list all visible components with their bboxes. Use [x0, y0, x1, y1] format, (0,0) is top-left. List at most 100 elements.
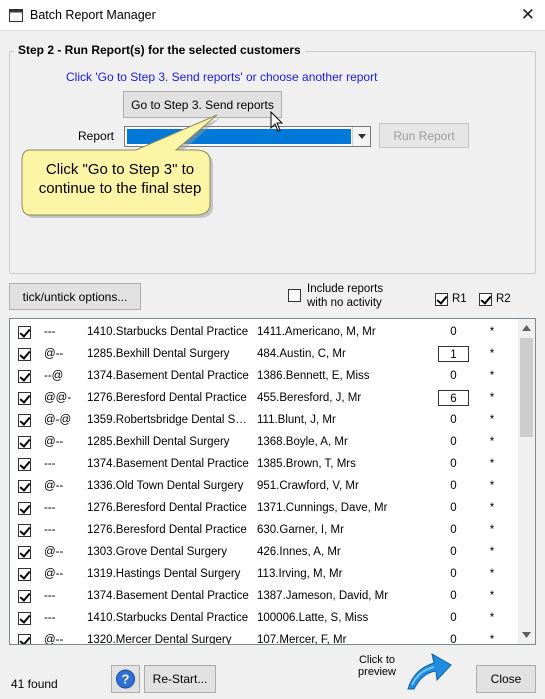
table-row[interactable]: --- 1276.Beresford Dental Practice 630.Gar…	[10, 519, 520, 541]
table-row[interactable]: --- 1374.Basement Dental Practice 1385.Bro…	[10, 453, 520, 475]
row-flag: @--	[44, 634, 64, 645]
row-checkbox[interactable]	[18, 502, 31, 515]
table-row[interactable]: @-- 1285.Bexhill Dental Surgery 484.Austin…	[10, 343, 520, 365]
row-flag: @-@	[44, 414, 72, 426]
table-row[interactable]: @-- 1320.Mercer Dental Surgery 107.Mercer,…	[10, 629, 520, 645]
row-checkbox[interactable]	[18, 348, 31, 361]
row-client: 111.Blunt, J, Mr	[257, 414, 336, 426]
help-button[interactable]: ?	[111, 665, 140, 693]
row-r2: *	[489, 590, 495, 602]
row-r1: 0	[450, 458, 457, 470]
scrollbar-thumb[interactable]	[520, 338, 533, 437]
row-practice: 1374.Basement Dental Practice	[87, 370, 249, 382]
row-r2: *	[489, 458, 495, 470]
row-client: 484.Austin, C, Mr	[257, 348, 346, 360]
row-practice: 1410.Starbucks Dental Practice	[87, 612, 249, 624]
row-practice: 1276.Beresford Dental Practice	[87, 502, 247, 514]
row-checkbox[interactable]	[18, 458, 31, 471]
dropdown-button[interactable]	[352, 127, 370, 146]
row-client: 426.Innes, A, Mr	[257, 546, 341, 558]
table-row[interactable]: --- 1276.Beresford Dental Practice 1371.Cu…	[10, 497, 520, 519]
row-client: 1371.Cunnings, Dave, Mr	[257, 502, 388, 514]
row-practice: 1276.Beresford Dental Practice	[87, 524, 247, 536]
row-practice: 1336.Old Town Dental Surgery	[87, 480, 244, 492]
row-r2: *	[489, 348, 495, 360]
row-r1: 0	[450, 634, 457, 645]
row-client: 630.Garner, I, Mr	[257, 524, 344, 536]
preview-hint: Click to preview	[358, 654, 396, 678]
row-r1: 0	[450, 612, 457, 624]
found-count: 41 found	[11, 677, 58, 691]
row-r1: 0	[450, 502, 457, 514]
row-checkbox[interactable]	[18, 634, 31, 644]
row-checkbox[interactable]	[18, 480, 31, 493]
table-row[interactable]: --- 1374.Basement Dental Practice 1387.Jam…	[10, 585, 520, 607]
row-r1: 0	[450, 590, 457, 602]
preview-arrow-icon[interactable]	[404, 645, 454, 691]
row-checkbox[interactable]	[18, 326, 31, 339]
row-client: 100006.Latte, S, Miss	[257, 612, 369, 624]
title-bar: Batch Report Manager ✕	[0, 0, 545, 31]
row-checkbox[interactable]	[18, 590, 31, 603]
row-practice: 1285.Bexhill Dental Surgery	[87, 348, 230, 360]
row-checkbox[interactable]	[18, 392, 31, 405]
row-checkbox[interactable]	[18, 414, 31, 427]
row-r1[interactable]: 6	[438, 390, 469, 406]
table-row[interactable]: @-- 1319.Hastings Dental Surgery 113.Irvin…	[10, 563, 520, 585]
row-r2: *	[489, 326, 495, 338]
row-flag: @--	[44, 348, 64, 360]
vertical-scrollbar[interactable]	[518, 319, 535, 644]
table-row[interactable]: --@ 1374.Basement Dental Practice 1386.Ben…	[10, 365, 520, 387]
row-flag: ---	[44, 458, 56, 470]
row-r2: *	[489, 612, 495, 624]
table-row[interactable]: @@- 1276.Beresford Dental Practice 455.Ber…	[10, 387, 520, 409]
row-flag: @--	[44, 568, 64, 580]
table-row[interactable]: @-- 1303.Grove Dental Surgery 426.Innes, A…	[10, 541, 520, 563]
row-r1: 0	[450, 546, 457, 558]
table-row[interactable]: --- 1410.Starbucks Dental Practice 1411.Am…	[10, 321, 520, 343]
close-icon[interactable]: ✕	[521, 5, 535, 25]
row-checkbox[interactable]	[18, 370, 31, 383]
r1-checkbox[interactable]	[435, 293, 448, 306]
run-report-button[interactable]: Run Report	[379, 123, 469, 148]
row-r2: *	[489, 502, 495, 514]
row-checkbox[interactable]	[18, 546, 31, 559]
table-row[interactable]: --- 1410.Starbucks Dental Practice 100006.…	[10, 607, 520, 629]
table-row[interactable]: @-@ 1359.Robertsbridge Dental Su... 111.Bl…	[10, 409, 520, 431]
row-r2: *	[489, 480, 495, 492]
row-practice: 1410.Starbucks Dental Practice	[87, 326, 249, 338]
row-flag: @--	[44, 436, 64, 448]
scroll-up-icon[interactable]	[522, 325, 531, 331]
tick-untick-button[interactable]: tick/untick options...	[9, 283, 141, 310]
customer-list[interactable]: --- 1410.Starbucks Dental Practice 1411.Am…	[9, 318, 536, 645]
restart-button[interactable]: Re-Start...	[144, 665, 216, 693]
row-r2: *	[489, 392, 495, 404]
include-no-activity-label: Include reports with no activity	[307, 283, 384, 309]
row-r1[interactable]: 1	[438, 346, 469, 362]
row-checkbox[interactable]	[18, 612, 31, 625]
r2-checkbox[interactable]	[479, 293, 492, 306]
table-row[interactable]: @-- 1336.Old Town Dental Surgery 951.Crawf…	[10, 475, 520, 497]
step-legend: Step 2 - Run Report(s) for the selected …	[14, 43, 305, 57]
r1-label: R1	[452, 293, 467, 305]
row-r1: 0	[450, 370, 457, 382]
row-r2: *	[489, 370, 495, 382]
row-checkbox[interactable]	[18, 568, 31, 581]
row-checkbox[interactable]	[18, 524, 31, 537]
row-r2: *	[489, 546, 495, 558]
row-r1: 0	[450, 480, 457, 492]
table-row[interactable]: @-- 1285.Bexhill Dental Surgery 1368.Boyle…	[10, 431, 520, 453]
scroll-down-icon[interactable]	[522, 632, 531, 638]
row-flag: @--	[44, 480, 64, 492]
row-practice: 1285.Bexhill Dental Surgery	[87, 436, 230, 448]
row-practice: 1303.Grove Dental Surgery	[87, 546, 227, 558]
row-practice: 1276.Beresford Dental Practice	[87, 392, 247, 404]
row-flag: ---	[44, 524, 56, 536]
row-practice: 1359.Robertsbridge Dental Su...	[87, 414, 249, 426]
close-button[interactable]: Close	[476, 665, 536, 693]
row-flag: @--	[44, 546, 64, 558]
row-practice: 1374.Basement Dental Practice	[87, 458, 249, 470]
row-r1: 0	[450, 436, 457, 448]
include-no-activity-checkbox[interactable]	[288, 289, 301, 302]
row-checkbox[interactable]	[18, 436, 31, 449]
